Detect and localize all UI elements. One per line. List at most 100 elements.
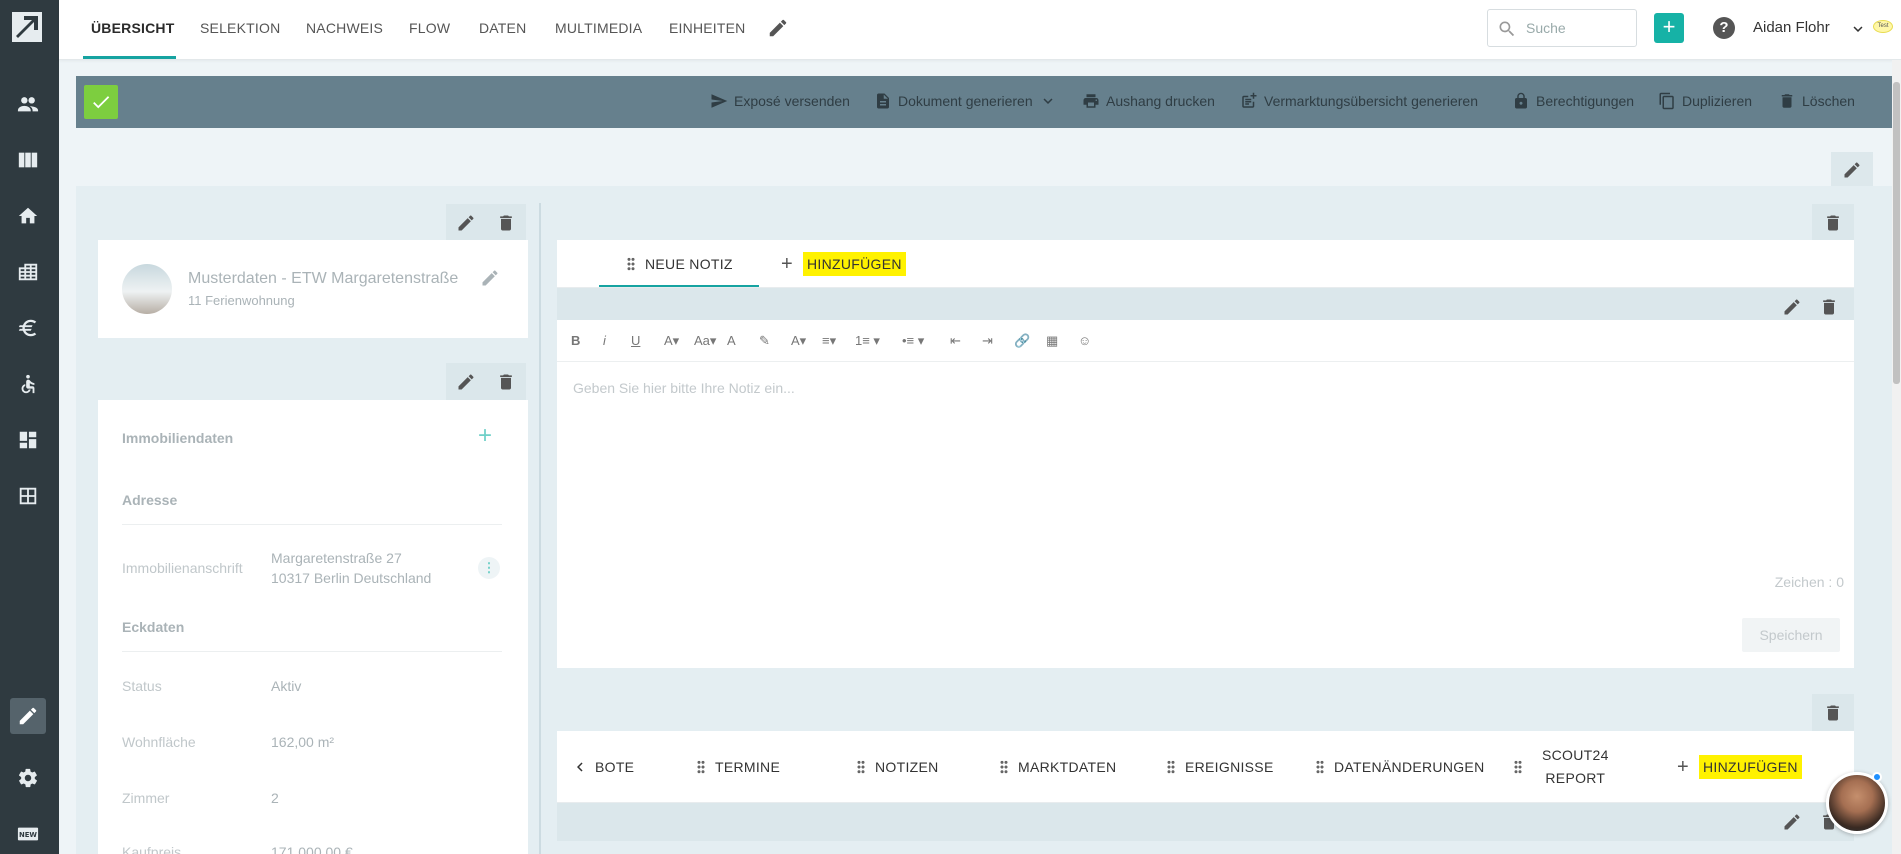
- note-placeholder: Geben Sie hier bitte Ihre Notiz ein...: [573, 380, 795, 396]
- columns-icon[interactable]: [14, 146, 42, 174]
- euro-icon[interactable]: [14, 314, 42, 342]
- note-editor[interactable]: Geben Sie hier bitte Ihre Notiz ein... Z…: [557, 362, 1854, 668]
- search-input[interactable]: [1526, 18, 1626, 38]
- edit-icon[interactable]: [10, 698, 46, 734]
- align-icon[interactable]: ≡▾: [822, 333, 836, 349]
- page-scrollbar[interactable]: [1892, 60, 1901, 854]
- font-size-icon[interactable]: Aa▾: [694, 333, 716, 349]
- trash-icon[interactable]: [1819, 297, 1839, 317]
- trash-icon[interactable]: [496, 213, 516, 233]
- send-expose-button[interactable]: Exposé versenden: [710, 92, 850, 110]
- tab-einheiten[interactable]: EINHEITEN: [669, 20, 745, 36]
- edit-tabs-pencil-icon[interactable]: [767, 17, 789, 39]
- activity-widget-tools: [1812, 694, 1854, 732]
- tab-daten[interactable]: DATEN: [479, 20, 526, 36]
- search-field[interactable]: [1487, 9, 1637, 47]
- tab-termine[interactable]: TERMINE: [697, 731, 780, 803]
- permissions-button[interactable]: Berechtigungen: [1512, 92, 1634, 110]
- object-action-bar: Exposé versenden Dokument generieren Aus…: [76, 76, 1892, 128]
- trash-icon[interactable]: [1823, 703, 1843, 723]
- home-icon[interactable]: [14, 202, 42, 230]
- page-edit-button[interactable]: [1831, 152, 1873, 188]
- select-checkbox[interactable]: [84, 85, 118, 119]
- pencil-icon[interactable]: [456, 213, 476, 233]
- trash-icon[interactable]: [1823, 213, 1843, 233]
- bold-icon[interactable]: B: [571, 333, 580, 348]
- pencil-icon[interactable]: [1782, 297, 1802, 317]
- emoji-icon[interactable]: ☺: [1078, 333, 1091, 348]
- text-style-icon[interactable]: A▾: [791, 333, 806, 349]
- highlight-icon[interactable]: ✎: [759, 333, 770, 349]
- search-icon: [1499, 21, 1515, 37]
- people-icon[interactable]: [14, 90, 42, 118]
- duplicate-button[interactable]: Duplizieren: [1658, 92, 1752, 110]
- object-title[interactable]: Musterdaten - ETW Margaretenstraße: [188, 270, 463, 288]
- tab-uebersicht[interactable]: ÜBERSICHT: [91, 20, 174, 36]
- drag-handle-icon[interactable]: [1167, 760, 1175, 774]
- trash-icon: [1781, 94, 1793, 108]
- add-activity-tab-button[interactable]: + HINZUFÜGEN: [1677, 731, 1802, 803]
- tab-notizen[interactable]: NOTIZEN: [857, 731, 939, 803]
- drag-handle-icon[interactable]: [697, 760, 705, 774]
- tab-marktdaten[interactable]: MARKTDATEN: [1000, 731, 1116, 803]
- unordered-list-icon[interactable]: •≡ ▾: [902, 333, 924, 349]
- tab-flow[interactable]: FLOW: [409, 20, 450, 36]
- app-logo[interactable]: [12, 12, 42, 42]
- help-icon[interactable]: ?: [1713, 17, 1735, 39]
- tab-selektion[interactable]: SELEKTION: [200, 20, 280, 36]
- tab-nachweis[interactable]: NACHWEIS: [306, 20, 383, 36]
- tab-datenaenderungen[interactable]: DATENÄNDERUNGEN: [1316, 731, 1484, 803]
- outdent-icon[interactable]: ⇤: [950, 333, 961, 349]
- table-icon[interactable]: ▦: [1046, 333, 1058, 349]
- scrollbar-thumb[interactable]: [1893, 82, 1900, 384]
- section-key-data: Eckdaten: [122, 619, 185, 635]
- generate-document-button[interactable]: Dokument generieren: [874, 92, 1057, 110]
- drag-handle-icon[interactable]: [1000, 760, 1008, 774]
- tab-ereignisse[interactable]: EREIGNISSE: [1167, 731, 1274, 803]
- tab-multimedia[interactable]: MULTIMEDIA: [555, 20, 642, 36]
- active-tab-indicator: [83, 56, 176, 59]
- quick-add-button[interactable]: +: [1654, 13, 1684, 43]
- text-color-icon[interactable]: A: [727, 333, 736, 348]
- drag-handle-icon[interactable]: [1514, 760, 1522, 774]
- italic-icon[interactable]: i: [603, 333, 606, 348]
- font-family-icon[interactable]: A▾: [664, 333, 679, 349]
- building-icon[interactable]: [14, 258, 42, 286]
- gear-icon[interactable]: [14, 764, 42, 792]
- drag-handle-icon[interactable]: [627, 257, 635, 271]
- section-address: Adresse: [122, 492, 178, 508]
- generate-marketing-overview-button[interactable]: Vermarktungsübersicht generieren: [1240, 92, 1478, 110]
- chevron-down-icon[interactable]: [1849, 20, 1867, 38]
- trash-icon[interactable]: [496, 372, 516, 392]
- divider: [122, 524, 502, 525]
- pencil-icon[interactable]: [1782, 812, 1802, 832]
- ordered-list-icon[interactable]: 1≡ ▾: [855, 333, 880, 349]
- scroll-left-chevron-icon[interactable]: [571, 731, 589, 803]
- accessibility-icon[interactable]: [14, 370, 42, 398]
- tab-angebote[interactable]: BOTE: [595, 731, 634, 803]
- grid-icon[interactable]: [14, 482, 42, 510]
- drag-handle-icon[interactable]: [857, 760, 865, 774]
- delete-button[interactable]: Löschen: [1778, 92, 1855, 110]
- address-options-button[interactable]: ⋮: [478, 557, 500, 579]
- drag-handle-icon[interactable]: [1316, 760, 1324, 774]
- underline-icon[interactable]: U: [631, 333, 640, 348]
- pencil-icon: [1844, 162, 1860, 178]
- pencil-icon[interactable]: [480, 268, 500, 288]
- lock-icon: [1515, 92, 1527, 109]
- object-thumbnail[interactable]: [122, 264, 172, 314]
- tab-scout24-report[interactable]: SCOUT24 REPORT: [1514, 731, 1609, 803]
- add-notes-tab-button[interactable]: + HINZUFÜGEN: [781, 240, 906, 288]
- print-notice-button[interactable]: Aushang drucken: [1082, 92, 1215, 110]
- dashboard-icon[interactable]: [14, 426, 42, 454]
- pencil-icon[interactable]: [456, 372, 476, 392]
- new-badge-icon[interactable]: NEW: [14, 820, 42, 848]
- save-note-button[interactable]: Speichern: [1742, 618, 1840, 652]
- user-name[interactable]: Aidan Flohr: [1753, 19, 1830, 36]
- indent-icon[interactable]: ⇥: [982, 333, 993, 349]
- link-icon[interactable]: 🔗: [1014, 333, 1030, 349]
- tab-neue-notiz[interactable]: NEUE NOTIZ: [627, 240, 733, 288]
- add-field-button[interactable]: +: [478, 424, 492, 448]
- object-subtitle: 11 Ferienwohnung: [188, 293, 295, 308]
- document-icon: [877, 93, 889, 109]
